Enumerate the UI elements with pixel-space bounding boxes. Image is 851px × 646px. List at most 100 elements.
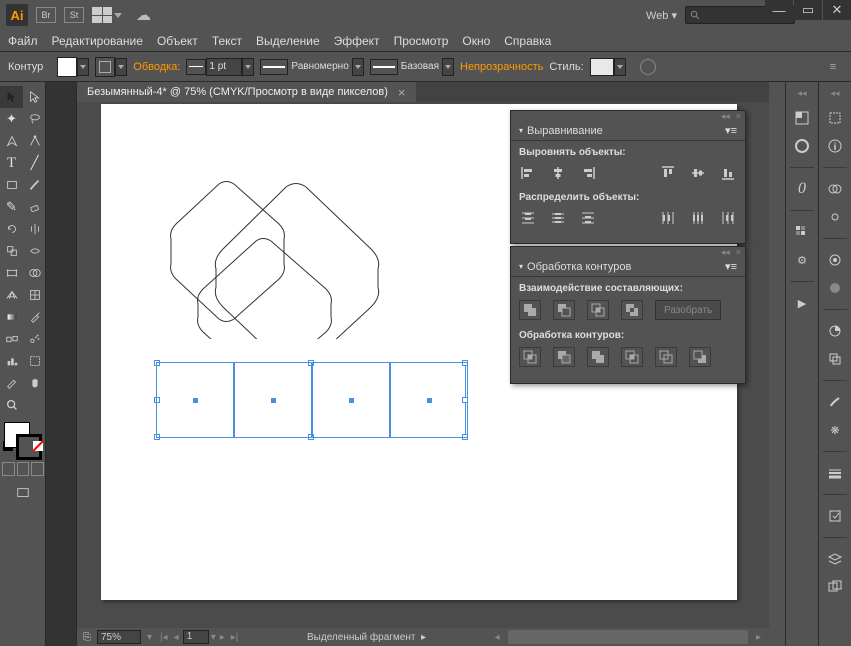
symbols-panel-icon[interactable]: ❋ (826, 421, 844, 439)
line-tool[interactable]: ╱ (23, 152, 46, 174)
align-top-button[interactable] (659, 164, 677, 182)
style-dropdown[interactable] (614, 58, 626, 76)
menu-window[interactable]: Окно (462, 34, 490, 48)
reflect-tool[interactable] (23, 218, 46, 240)
document-tab[interactable]: Безымянный-4* @ 75% (CMYK/Просмотр в вид… (77, 82, 416, 102)
collapse-dock2-icon[interactable]: ◂◂ (830, 88, 839, 99)
align-bottom-button[interactable] (719, 164, 737, 182)
export-icon[interactable]: ⎘ (83, 632, 91, 643)
minus-back-button[interactable] (689, 347, 711, 367)
pen-tool[interactable] (0, 130, 23, 152)
eraser-tool[interactable] (23, 196, 46, 218)
style-swatch[interactable] (590, 58, 614, 76)
symbol-sprayer-tool[interactable] (23, 328, 46, 350)
stock-icon[interactable]: St (64, 7, 84, 23)
profile-dropdown[interactable]: Равномерно (260, 58, 363, 76)
minus-front-button[interactable] (553, 300, 575, 320)
type-tool[interactable]: T (0, 152, 23, 174)
graphic-styles-panel-icon[interactable] (826, 279, 844, 297)
exclude-button[interactable] (621, 300, 643, 320)
control-panel-menu[interactable]: ≡ (823, 61, 843, 73)
brush-dropdown[interactable]: Базовая (370, 58, 454, 76)
panel-collapse-icon[interactable]: ◂◂ (721, 247, 730, 258)
selected-rectangles[interactable] (156, 362, 468, 438)
first-artboard[interactable]: |◂ (158, 632, 170, 643)
selection-tool[interactable] (0, 86, 23, 108)
links-panel-icon[interactable] (826, 208, 844, 226)
paintbrush-tool[interactable] (23, 174, 46, 196)
vdist-top-button[interactable] (519, 209, 537, 227)
menu-effect[interactable]: Эффект (334, 34, 380, 48)
blend-tool[interactable] (0, 328, 23, 350)
menu-edit[interactable]: Редактирование (52, 34, 143, 48)
h-scrollbar[interactable] (508, 630, 748, 644)
prev-artboard[interactable]: ◂ (172, 632, 181, 643)
panel-menu-icon[interactable]: ▾≡ (725, 124, 737, 137)
divide-button[interactable] (519, 347, 541, 367)
doc-setup-icon[interactable] (640, 59, 656, 75)
panel-close-icon[interactable]: × (736, 111, 741, 121)
color-guide-panel-icon[interactable] (793, 137, 811, 155)
align-panel-tab[interactable]: ▾Выравнивание▾≡ (511, 121, 745, 141)
panel-close-icon[interactable]: × (736, 247, 741, 257)
mesh-tool[interactable] (23, 284, 46, 306)
type-panel-icon[interactable]: 0 (793, 180, 811, 198)
sync-icon[interactable]: ☁ (136, 6, 151, 24)
next-artboard[interactable]: ▸ (218, 632, 227, 643)
rotate-tool[interactable] (0, 218, 23, 240)
appearance-panel-icon[interactable] (826, 251, 844, 269)
gear-panel-icon[interactable]: ⚙ (793, 251, 811, 269)
pathfinder-shortcut-icon[interactable] (826, 350, 844, 368)
hdist-center-button[interactable] (689, 209, 707, 227)
stroke-swatch[interactable] (95, 57, 115, 77)
direct-selection-tool[interactable] (23, 86, 46, 108)
menu-select[interactable]: Выделение (256, 34, 320, 48)
hdist-left-button[interactable] (659, 209, 677, 227)
cc-libraries-icon[interactable] (826, 180, 844, 198)
info-panel-icon[interactable]: i (826, 137, 844, 155)
workspace-switcher[interactable]: Web ▾ (646, 9, 677, 22)
crop-button[interactable] (621, 347, 643, 367)
hand-tool[interactable] (23, 372, 46, 394)
eyedropper-tool[interactable] (23, 306, 46, 328)
panel-collapse-icon[interactable]: ◂◂ (721, 111, 730, 122)
outline-button[interactable] (655, 347, 677, 367)
hdist-right-button[interactable] (719, 209, 737, 227)
free-transform-tool[interactable] (0, 262, 23, 284)
vdist-bottom-button[interactable] (579, 209, 597, 227)
artboard-number[interactable]: 1 (183, 630, 209, 644)
last-artboard[interactable]: ▸| (229, 632, 241, 643)
align-right-button[interactable] (579, 164, 597, 182)
unite-button[interactable] (519, 300, 541, 320)
menu-file[interactable]: Файл (8, 34, 38, 48)
column-graph-tool[interactable] (0, 350, 23, 372)
asset-export-icon[interactable] (826, 507, 844, 525)
layers-panel-icon[interactable] (826, 550, 844, 568)
stroke-dropdown[interactable] (115, 58, 127, 76)
rectangle-tool[interactable] (0, 174, 23, 196)
bridge-icon[interactable]: Br (36, 7, 56, 23)
shape-builder-tool[interactable] (23, 262, 46, 284)
pathfinder-panel-tab[interactable]: ▾Обработка контуров▾≡ (511, 257, 745, 277)
merge-button[interactable] (587, 347, 609, 367)
lasso-tool[interactable] (23, 108, 46, 130)
brushes-panel-icon[interactable] (826, 393, 844, 411)
stroke-panel-icon[interactable] (826, 464, 844, 482)
color-themes-icon[interactable] (826, 322, 844, 340)
collapse-dock-icon[interactable]: ◂◂ (797, 88, 806, 99)
menu-help[interactable]: Справка (504, 34, 551, 48)
opacity-label[interactable]: Непрозрачность (460, 61, 543, 73)
stroke-weight-dropdown[interactable] (242, 58, 254, 76)
menu-view[interactable]: Просмотр (394, 34, 449, 48)
fill-dropdown[interactable] (77, 58, 89, 76)
stroke-weight-input[interactable] (206, 58, 242, 76)
curvature-tool[interactable] (23, 130, 46, 152)
zoom-tool[interactable] (0, 394, 23, 416)
slice-tool[interactable] (0, 372, 23, 394)
gradient-tool[interactable] (0, 306, 23, 328)
swatches-panel-icon[interactable] (793, 223, 811, 241)
trim-button[interactable] (553, 347, 575, 367)
magic-wand-tool[interactable]: ✦ (0, 108, 23, 130)
align-left-button[interactable] (519, 164, 537, 182)
transform-panel-icon[interactable] (826, 109, 844, 127)
